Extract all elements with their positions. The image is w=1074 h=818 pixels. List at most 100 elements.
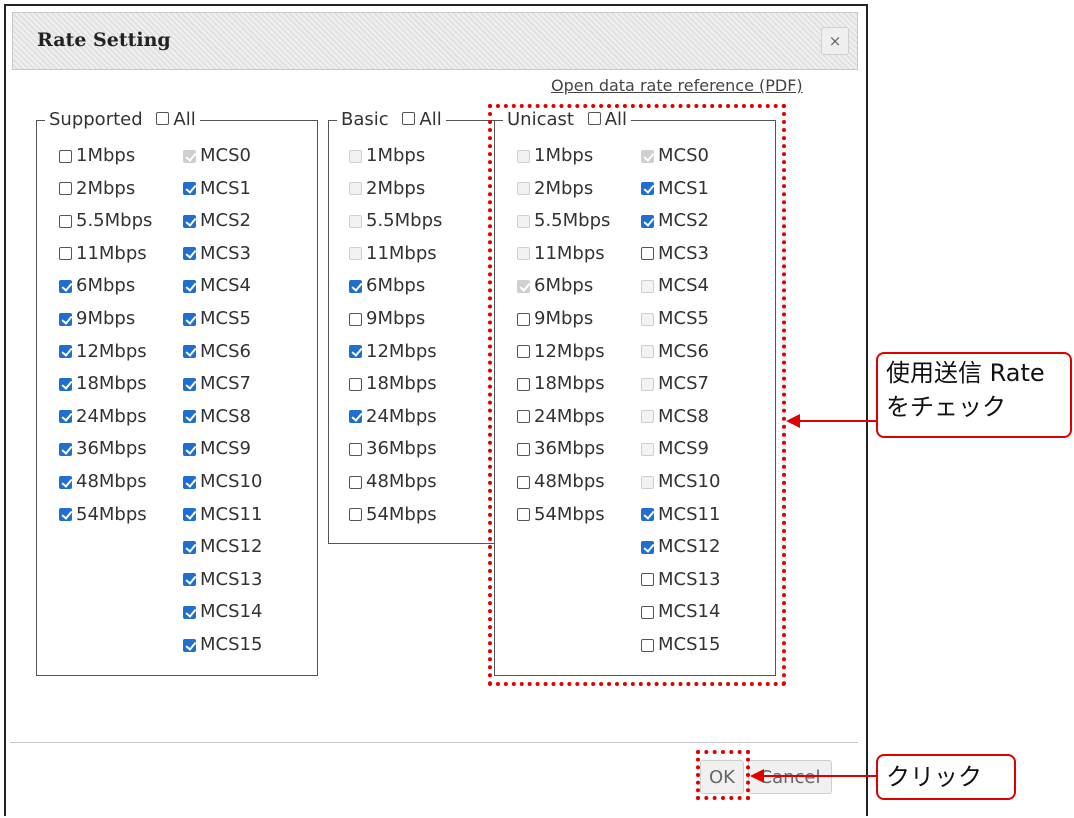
rate-checkbox-18mbps[interactable]: 18Mbps	[349, 373, 437, 395]
rate-checkbox-6mbps[interactable]: 6Mbps	[59, 275, 135, 297]
data-rate-reference-link[interactable]: Open data rate reference (PDF)	[551, 76, 803, 95]
rate-checkbox-54mbps[interactable]: 54Mbps	[517, 504, 605, 526]
checkbox-checked-icon	[59, 410, 72, 424]
rate-checkbox-2mbps[interactable]: 2Mbps	[59, 178, 135, 200]
rate-checkbox-48mbps[interactable]: 48Mbps	[59, 471, 147, 493]
rate-checkbox-5_5mbps[interactable]: 5.5Mbps	[59, 210, 152, 232]
rate-checkbox-24mbps[interactable]: 24Mbps	[349, 406, 437, 428]
rate-label: 2Mbps	[76, 177, 136, 199]
rate-checkbox-mcs2[interactable]: MCS2	[183, 210, 251, 232]
rate-label: 11Mbps	[366, 242, 437, 264]
rate-label: 24Mbps	[534, 405, 605, 427]
rate-label: MCS0	[200, 145, 251, 166]
rate-checkbox-9mbps[interactable]: 9Mbps	[349, 308, 425, 330]
rate-checkbox-mcs6[interactable]: MCS6	[183, 341, 251, 363]
rate-checkbox-mcs3[interactable]: MCS3	[641, 243, 709, 265]
rate-checkbox-12mbps[interactable]: 12Mbps	[59, 341, 147, 363]
rate-checkbox-12mbps[interactable]: 12Mbps	[517, 341, 605, 363]
supported-all-checkbox[interactable]: All	[156, 109, 196, 131]
checkbox-icon	[641, 312, 654, 326]
rate-checkbox-mcs13[interactable]: MCS13	[183, 569, 262, 591]
checkbox-icon	[587, 112, 601, 125]
rate-label: 2Mbps	[366, 177, 426, 199]
rate-label: 1Mbps	[534, 145, 594, 166]
checkbox-checked-icon	[183, 279, 196, 293]
rate-checkbox-24mbps[interactable]: 24Mbps	[59, 406, 147, 428]
rate-checkbox-mcs11[interactable]: MCS11	[183, 504, 262, 526]
rate-checkbox-9mbps[interactable]: 9Mbps	[59, 308, 135, 330]
rate-checkbox-mcs5[interactable]: MCS5	[183, 308, 251, 330]
rate-checkbox-6mbps[interactable]: 6Mbps	[349, 275, 425, 297]
rate-label: 11Mbps	[534, 242, 605, 264]
rate-label: 5.5Mbps	[366, 210, 443, 232]
rate-note-callout: 使用送信 Rate をチェック	[876, 352, 1072, 438]
checkbox-checked-icon	[59, 377, 72, 391]
rate-checkbox-48mbps[interactable]: 48Mbps	[517, 471, 605, 493]
checkbox-checked-icon	[641, 182, 654, 196]
checkbox-icon	[59, 182, 72, 196]
rate-checkbox-mcs1[interactable]: MCS1	[641, 178, 709, 200]
checkbox-icon	[517, 312, 530, 326]
checkbox-checked-icon	[183, 312, 196, 326]
all-label: All	[173, 109, 196, 130]
rate-checkbox-18mbps[interactable]: 18Mbps	[59, 373, 147, 395]
rate-label: 36Mbps	[534, 438, 605, 460]
rate-checkbox-mcs10[interactable]: MCS10	[183, 471, 262, 493]
supported-legend-label: Supported	[49, 109, 143, 130]
checkbox-checked-icon	[183, 214, 196, 228]
rate-checkbox-48mbps[interactable]: 48Mbps	[349, 471, 437, 493]
rate-checkbox-54mbps[interactable]: 54Mbps	[59, 504, 147, 526]
rate-label: MCS8	[200, 405, 251, 427]
close-button[interactable]: ×	[821, 27, 849, 55]
click-note-text: クリック	[886, 763, 982, 791]
rate-checkbox-12mbps[interactable]: 12Mbps	[349, 341, 437, 363]
rate-checkbox-mcs12[interactable]: MCS12	[641, 536, 720, 558]
rate-checkbox-mcs13[interactable]: MCS13	[641, 569, 720, 591]
ok-button[interactable]: OK	[700, 760, 744, 794]
checkbox-checked-icon	[183, 605, 196, 619]
checkbox-checked-icon	[641, 149, 654, 163]
unicast-all-checkbox[interactable]: All	[587, 109, 627, 131]
rate-checkbox-mcs7[interactable]: MCS7	[183, 373, 251, 395]
checkbox-checked-icon	[183, 149, 196, 163]
rate-label: MCS2	[200, 210, 251, 232]
rate-checkbox-mcs12[interactable]: MCS12	[183, 536, 262, 558]
rate-checkbox-mcs4[interactable]: MCS4	[183, 275, 251, 297]
rate-checkbox-36mbps[interactable]: 36Mbps	[349, 438, 437, 460]
rate-checkbox-mcs3[interactable]: MCS3	[183, 243, 251, 265]
rate-checkbox-mcs9[interactable]: MCS9	[183, 438, 251, 460]
rate-label: MCS12	[658, 536, 721, 558]
basic-all-checkbox[interactable]: All	[402, 109, 442, 131]
rate-checkbox-mcs11[interactable]: MCS11	[641, 504, 720, 526]
rate-label: 36Mbps	[366, 438, 437, 460]
rate-checkbox-36mbps[interactable]: 36Mbps	[517, 438, 605, 460]
checkbox-icon	[517, 345, 530, 359]
rate-checkbox-mcs14[interactable]: MCS14	[183, 601, 262, 623]
rate-checkbox-9mbps[interactable]: 9Mbps	[517, 308, 593, 330]
rate-checkbox-1mbps: 1Mbps	[349, 145, 425, 167]
rate-checkbox-6mbps: 6Mbps	[517, 275, 593, 297]
checkbox-icon	[517, 377, 530, 391]
checkbox-icon	[349, 312, 362, 326]
rate-label: 24Mbps	[366, 405, 437, 427]
rate-checkbox-1mbps[interactable]: 1Mbps	[59, 145, 135, 167]
rate-checkbox-mcs14[interactable]: MCS14	[641, 601, 720, 623]
rate-checkbox-mcs8[interactable]: MCS8	[183, 406, 251, 428]
rate-checkbox-36mbps[interactable]: 36Mbps	[59, 438, 147, 460]
rate-label: MCS13	[658, 568, 721, 590]
rate-checkbox-24mbps[interactable]: 24Mbps	[517, 406, 605, 428]
rate-checkbox-mcs15[interactable]: MCS15	[641, 634, 720, 656]
rate-checkbox-18mbps[interactable]: 18Mbps	[517, 373, 605, 395]
checkbox-checked-icon	[349, 279, 362, 293]
all-label: All	[419, 109, 442, 130]
rate-label: 11Mbps	[76, 242, 147, 264]
checkbox-icon	[349, 508, 362, 522]
checkbox-icon	[641, 475, 654, 489]
rate-checkbox-mcs15[interactable]: MCS15	[183, 634, 262, 656]
rate-label: 1Mbps	[76, 145, 136, 166]
rate-checkbox-11mbps[interactable]: 11Mbps	[59, 243, 147, 265]
rate-checkbox-54mbps[interactable]: 54Mbps	[349, 504, 437, 526]
rate-checkbox-mcs2[interactable]: MCS2	[641, 210, 709, 232]
rate-label: 48Mbps	[76, 471, 147, 492]
rate-checkbox-mcs1[interactable]: MCS1	[183, 178, 251, 200]
